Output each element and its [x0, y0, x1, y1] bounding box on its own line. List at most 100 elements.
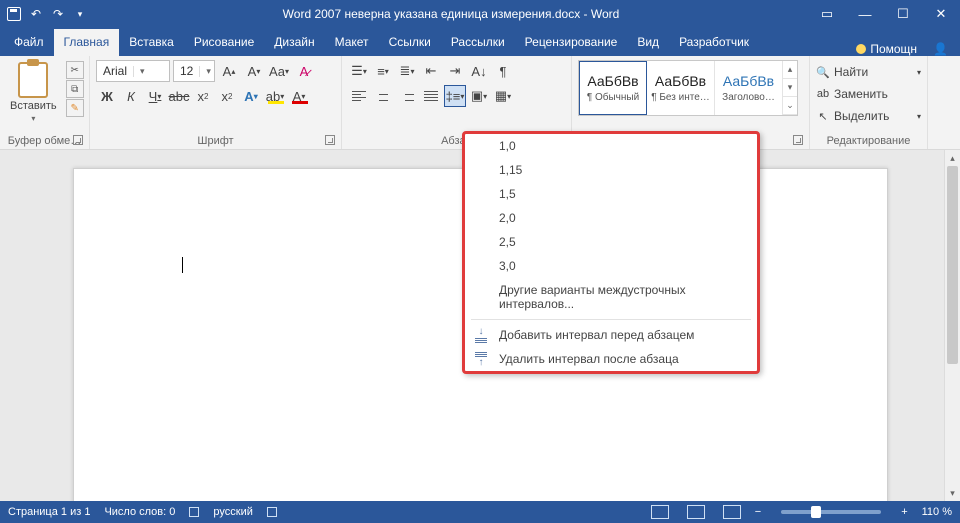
subscript-button[interactable]: x2: [192, 85, 214, 107]
text-effects-button[interactable]: A▾: [240, 85, 262, 107]
align-right-button[interactable]: [396, 85, 418, 107]
select-button[interactable]: ↖Выделить▾: [816, 106, 921, 126]
replace-button[interactable]: abЗаменить: [816, 84, 921, 104]
minimize-button[interactable]: —: [846, 0, 884, 28]
borders-button[interactable]: ▦▾: [492, 85, 514, 107]
tab-insert[interactable]: Вставка: [119, 29, 184, 56]
tab-home[interactable]: Главная: [54, 29, 120, 56]
spacing-3-0[interactable]: 3,0: [465, 254, 757, 278]
spacing-1-5[interactable]: 1,5: [465, 182, 757, 206]
font-color-button[interactable]: A▾: [288, 85, 310, 107]
zoom-in-button[interactable]: +: [901, 506, 907, 518]
group-clipboard-label: Буфер обме…: [6, 133, 83, 147]
sort-button[interactable]: A↓: [468, 60, 490, 82]
view-web-layout[interactable]: [723, 505, 741, 519]
underline-button[interactable]: Ч▾: [144, 85, 166, 107]
find-button[interactable]: 🔍Найти▾: [816, 62, 921, 82]
tell-me-label: Помощн: [870, 42, 917, 56]
font-dialog-launcher[interactable]: [325, 135, 335, 145]
qat-customize-icon[interactable]: ▾: [72, 6, 88, 22]
styles-dialog-launcher[interactable]: [793, 135, 803, 145]
replace-icon: ab: [816, 88, 830, 100]
styles-gallery-expand[interactable]: ▴▾⌄: [783, 61, 797, 115]
align-center-button[interactable]: [372, 85, 394, 107]
paste-button[interactable]: Вставить ▾: [6, 60, 61, 125]
cut-button[interactable]: ✂: [66, 61, 84, 79]
status-spelling[interactable]: [189, 507, 199, 517]
spacing-1-15[interactable]: 1,15: [465, 158, 757, 182]
tab-design[interactable]: Дизайн: [264, 29, 324, 56]
style-sample: АаБбВв: [587, 73, 638, 89]
spacing-2-0[interactable]: 2,0: [465, 206, 757, 230]
view-read-mode[interactable]: [687, 505, 705, 519]
tab-review[interactable]: Рецензирование: [515, 29, 628, 56]
align-left-button[interactable]: [348, 85, 370, 107]
tab-view[interactable]: Вид: [627, 29, 669, 56]
tell-me[interactable]: Помощн: [848, 42, 925, 56]
scroll-up-button[interactable]: ▴: [945, 150, 960, 166]
spacing-options[interactable]: Другие варианты междустрочных интервалов…: [465, 278, 757, 316]
save-icon[interactable]: [6, 6, 22, 22]
style-heading1[interactable]: АаБбВв Заголово…: [715, 61, 783, 115]
zoom-slider[interactable]: [781, 510, 881, 514]
status-language[interactable]: русский: [213, 506, 252, 518]
multilevel-list-button[interactable]: ≣▾: [396, 60, 418, 82]
tab-mailings[interactable]: Рассылки: [441, 29, 515, 56]
clear-formatting-button[interactable]: A̷: [293, 60, 315, 82]
styles-gallery[interactable]: АаБбВв ¶ Обычный АаБбВв ¶ Без инте… АаБб…: [578, 60, 798, 116]
tab-file[interactable]: Файл: [4, 29, 54, 56]
bullets-button[interactable]: ☰▾: [348, 60, 370, 82]
undo-icon[interactable]: ↶: [28, 6, 44, 22]
justify-button[interactable]: [420, 85, 442, 107]
scroll-thumb[interactable]: [947, 166, 958, 364]
remove-space-after[interactable]: ↑ Удалить интервал после абзаца: [465, 347, 757, 371]
shading-button[interactable]: ▣▾: [468, 85, 490, 107]
vertical-scrollbar[interactable]: ▴ ▾: [944, 150, 960, 501]
group-font-label: Шрифт: [96, 133, 335, 147]
grow-font-button[interactable]: A▴: [218, 60, 240, 82]
format-painter-button[interactable]: ✎: [66, 99, 84, 117]
shrink-font-button[interactable]: A▾: [243, 60, 265, 82]
bold-button[interactable]: Ж: [96, 85, 118, 107]
space-after-icon: ↑: [473, 351, 489, 367]
share-button[interactable]: 👤: [925, 42, 956, 56]
scroll-down-button[interactable]: ▾: [945, 485, 960, 501]
status-word-count[interactable]: Число слов: 0: [104, 506, 175, 518]
close-button[interactable]: ✕: [922, 0, 960, 28]
highlight-button[interactable]: ab▾: [264, 85, 286, 107]
view-print-layout[interactable]: [651, 505, 669, 519]
redo-icon[interactable]: ↷: [50, 6, 66, 22]
add-space-before[interactable]: ↓ Добавить интервал перед абзацем: [465, 323, 757, 347]
zoom-level[interactable]: 110 %: [922, 506, 952, 518]
numbering-button[interactable]: ≡▾: [372, 60, 394, 82]
tab-references[interactable]: Ссылки: [379, 29, 441, 56]
increase-indent-button[interactable]: ⇥: [444, 60, 466, 82]
superscript-button[interactable]: x2: [216, 85, 238, 107]
tab-draw[interactable]: Рисование: [184, 29, 264, 56]
clipboard-dialog-launcher[interactable]: [73, 135, 83, 145]
spacing-1-0[interactable]: 1,0: [465, 134, 757, 158]
ribbon-display-icon[interactable]: ▭: [808, 0, 846, 28]
zoom-out-button[interactable]: −: [755, 506, 761, 518]
decrease-indent-button[interactable]: ⇤: [420, 60, 442, 82]
change-case-button[interactable]: Aa▾: [268, 60, 290, 82]
tab-layout[interactable]: Макет: [325, 29, 379, 56]
tab-developer[interactable]: Разработчик: [669, 29, 759, 56]
font-size-combo[interactable]: 12▾: [173, 60, 215, 82]
font-name-combo[interactable]: Arial▾: [96, 60, 170, 82]
style-no-spacing[interactable]: АаБбВв ¶ Без инте…: [647, 61, 715, 115]
status-page[interactable]: Страница 1 из 1: [8, 506, 90, 518]
maximize-button[interactable]: ☐: [884, 0, 922, 28]
status-macro[interactable]: [267, 507, 277, 517]
style-normal[interactable]: АаБбВв ¶ Обычный: [579, 61, 647, 115]
show-marks-button[interactable]: ¶: [492, 60, 514, 82]
italic-button[interactable]: К: [120, 85, 142, 107]
clipboard-icon: [18, 62, 48, 98]
spacing-2-5[interactable]: 2,5: [465, 230, 757, 254]
line-spacing-button[interactable]: ‡≡▾: [444, 85, 466, 107]
scroll-track[interactable]: [945, 166, 960, 485]
zoom-slider-thumb[interactable]: [811, 506, 821, 518]
style-sample: АаБбВв: [655, 73, 706, 89]
strikethrough-button[interactable]: abc: [168, 85, 190, 107]
copy-button[interactable]: ⧉: [66, 80, 84, 98]
